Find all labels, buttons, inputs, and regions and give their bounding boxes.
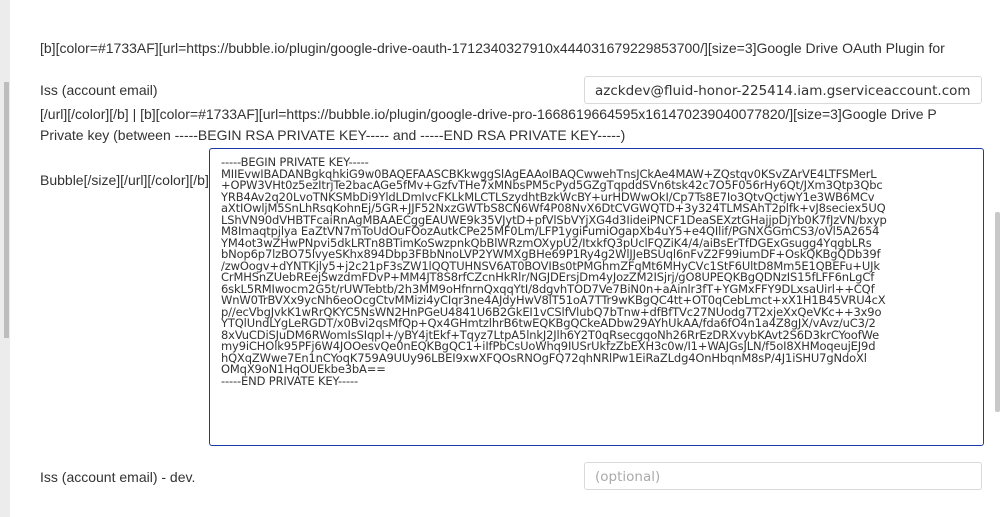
iss-input[interactable]: azckdev@fluid-honor-225414.iam.gservicea… bbox=[584, 76, 982, 104]
iss-dev-label: Iss (account email) - dev. bbox=[40, 469, 196, 485]
private-key-label: Private key (between -----BEGIN RSA PRIV… bbox=[40, 127, 626, 143]
description-line: [/url][/color][/b] | [b][color=#1733AF][… bbox=[40, 106, 937, 122]
left-scrollbar-thumb[interactable] bbox=[4, 82, 9, 338]
right-scrollbar-thumb[interactable] bbox=[995, 212, 1000, 412]
left-scroll-rail bbox=[0, 0, 10, 517]
private-key-textarea[interactable]: -----BEGIN PRIVATE KEY----- MIIEvwIBADAN… bbox=[209, 148, 984, 446]
description-line: [b][color=#1733AF][url=https://bubble.io… bbox=[40, 40, 945, 56]
iss-dev-input[interactable]: (optional) bbox=[584, 462, 982, 490]
private-key-value: -----BEGIN PRIVATE KEY----- MIIEvwIBADAN… bbox=[221, 155, 887, 388]
iss-label: Iss (account email) bbox=[40, 82, 158, 98]
